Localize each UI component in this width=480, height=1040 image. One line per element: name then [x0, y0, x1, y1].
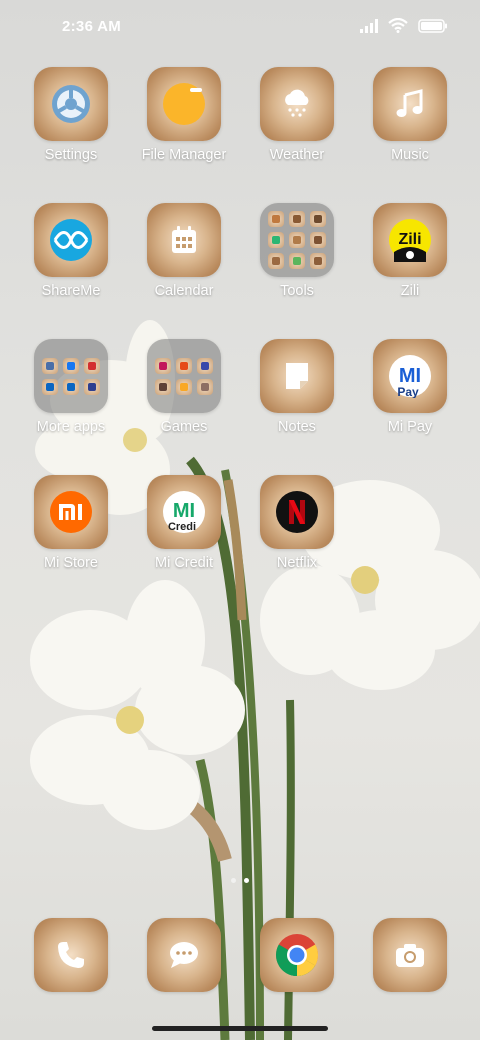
- app-label: Mi Credit: [154, 555, 213, 571]
- tools-folder-icon: [260, 203, 334, 277]
- app-label: ShareMe: [41, 283, 101, 299]
- app-settings[interactable]: Settings: [16, 67, 126, 163]
- wifi-icon: [388, 18, 408, 33]
- dock-camera[interactable]: [355, 918, 465, 992]
- app-label: Notes: [278, 419, 316, 435]
- zili-icon: Zili: [373, 203, 447, 277]
- status-bar: 2:36 AM: [0, 0, 480, 56]
- app-label: Music: [391, 147, 429, 163]
- signal-icon: [360, 18, 378, 33]
- app-label: Games: [160, 419, 208, 435]
- folder-more-apps[interactable]: More apps: [16, 339, 126, 435]
- music-icon: [373, 67, 447, 141]
- app-music[interactable]: Music: [355, 67, 465, 163]
- camera-icon: [373, 918, 447, 992]
- dock-chrome[interactable]: [242, 918, 352, 992]
- folder-tools[interactable]: Tools: [242, 203, 352, 299]
- app-mi-credit[interactable]: MI Credi Mi Credit: [129, 475, 239, 571]
- status-time: 2:36 AM: [62, 18, 122, 35]
- app-label: Weather: [269, 147, 325, 163]
- notes-icon: [260, 339, 334, 413]
- netflix-icon: [260, 475, 334, 549]
- app-label: Calendar: [154, 283, 214, 299]
- app-label: Netflix: [276, 555, 318, 571]
- shareme-icon: [34, 203, 108, 277]
- mi-credit-icon-text-bottom: Credi: [168, 521, 196, 533]
- phone-icon: [34, 918, 108, 992]
- mi-store-icon: [34, 475, 108, 549]
- calendar-icon: [147, 203, 221, 277]
- more-apps-folder-icon: [34, 339, 108, 413]
- page-dot-active[interactable]: [244, 878, 249, 883]
- mi-credit-icon-text-top: MI: [173, 500, 195, 522]
- home-gesture-bar[interactable]: [152, 1026, 328, 1031]
- dock-phone[interactable]: [16, 918, 126, 992]
- battery-icon: [418, 18, 447, 33]
- app-label: File Manager: [141, 147, 227, 163]
- mi-credit-icon: MI Credi: [147, 475, 221, 549]
- app-mi-pay[interactable]: MI Pay Mi Pay: [355, 339, 465, 435]
- app-label: Settings: [44, 147, 98, 163]
- games-folder-icon: [147, 339, 221, 413]
- page-indicator: [0, 878, 480, 883]
- mi-pay-icon: MI Pay: [373, 339, 447, 413]
- dock-messages[interactable]: [129, 918, 239, 992]
- app-label: More apps: [36, 419, 106, 435]
- weather-icon: [260, 67, 334, 141]
- page-dot[interactable]: [231, 878, 236, 883]
- messages-icon: [147, 918, 221, 992]
- app-zili[interactable]: Zili Zili: [355, 203, 465, 299]
- app-netflix[interactable]: Netflix: [242, 475, 352, 571]
- folder-games[interactable]: Games: [129, 339, 239, 435]
- app-label: Mi Pay: [387, 419, 433, 435]
- app-label: Tools: [280, 283, 314, 299]
- app-calendar[interactable]: Calendar: [129, 203, 239, 299]
- zili-icon-text: Zili: [398, 231, 421, 248]
- app-label: Zili: [400, 283, 420, 299]
- settings-icon: [34, 67, 108, 141]
- app-shareme[interactable]: ShareMe: [16, 203, 126, 299]
- file-manager-icon: [147, 67, 221, 141]
- app-mi-store[interactable]: Mi Store: [16, 475, 126, 571]
- app-notes[interactable]: Notes: [242, 339, 352, 435]
- app-file-manager[interactable]: File Manager: [129, 67, 239, 163]
- mi-pay-icon-text-top: MI: [399, 365, 421, 387]
- app-label: Mi Store: [44, 555, 98, 571]
- app-weather[interactable]: Weather: [242, 67, 352, 163]
- chrome-icon: [260, 918, 334, 992]
- mi-pay-icon-text-bottom: Pay: [397, 385, 419, 398]
